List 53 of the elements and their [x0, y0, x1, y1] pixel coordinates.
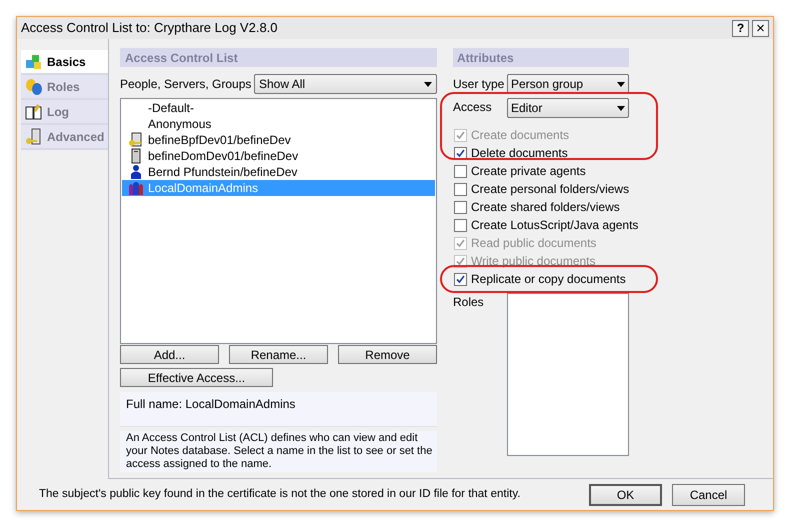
section-header: Access Control List [120, 48, 437, 67]
option-label: Read public documents [471, 235, 596, 252]
checkbox[interactable] [454, 164, 467, 178]
list-entry[interactable]: Bernd Pfundstein/befineDev [122, 164, 435, 180]
window-title: Access Control List to: Crypthare Log V2.8.0 [21, 19, 279, 38]
option-label: Create personal folders/views [471, 181, 630, 198]
access-label: Access [453, 99, 493, 116]
checkbox[interactable] [454, 146, 467, 160]
option-label: Create private agents [471, 163, 586, 180]
list-button[interactable]: Remove [338, 345, 437, 364]
full-name-text: Full name: LocalDomainAdmins [126, 397, 296, 411]
masks-icon [25, 78, 43, 96]
list-entry[interactable]: befineBpfDev01/befineDev [122, 132, 435, 148]
key-icon [25, 128, 43, 146]
checkbox[interactable] [454, 182, 467, 196]
list-button[interactable]: Rename... [229, 345, 328, 364]
user-type-dropdown[interactable]: Person group [507, 74, 629, 94]
checkbox[interactable] [454, 272, 467, 286]
group-icon [128, 180, 144, 196]
description-text: An Access Control List (ACL) defines who can view and edit your Notes database. Select a name in the list to see or set the access assigned to the name. [126, 432, 433, 471]
caret-icon [617, 82, 625, 86]
roles-label: Roles [453, 294, 485, 311]
option-label: Delete documents [471, 145, 568, 162]
filter-dropdown[interactable]: Show All [254, 74, 437, 94]
section-header: Attributes [453, 48, 629, 67]
caret-icon [617, 106, 625, 110]
close-button[interactable]: × [752, 20, 769, 36]
option-label: Write public documents [471, 253, 596, 270]
option-label: Create LotusScript/Java agents [471, 217, 638, 234]
roles-list[interactable] [507, 293, 629, 456]
nav-tab[interactable]: Basics [21, 50, 108, 75]
dialog-button[interactable]: Cancel [672, 484, 745, 506]
list-entry[interactable]: Anonymous [122, 116, 435, 132]
checkbox[interactable] [454, 218, 467, 232]
person-icon [128, 164, 144, 180]
list-button[interactable]: Add... [120, 345, 219, 364]
effective-access-button[interactable]: Effective Access... [120, 368, 273, 387]
list-entry[interactable]: -Default- [122, 100, 435, 116]
status-message: The subject's public key found in the certificate is not the one stored in our ID file for that entity. [39, 486, 522, 502]
blocks-icon [25, 52, 43, 70]
option-label: Create documents [471, 127, 570, 144]
list-entry[interactable]: befineDomDev01/befineDev [122, 148, 435, 164]
book-icon [25, 102, 43, 120]
help-button[interactable]: ? [732, 20, 749, 36]
checkbox[interactable] [454, 200, 467, 214]
caret-icon [424, 82, 432, 86]
filter-label: People, Servers, Groups [120, 76, 252, 93]
dialog-button[interactable]: OK [589, 484, 662, 506]
option-label: Create shared folders/views [471, 199, 620, 216]
access-dropdown[interactable]: Editor [507, 98, 629, 118]
user-type-label: User type [453, 76, 506, 93]
option-label: Replicate or copy documents [471, 271, 626, 288]
server-key-icon [128, 132, 144, 148]
